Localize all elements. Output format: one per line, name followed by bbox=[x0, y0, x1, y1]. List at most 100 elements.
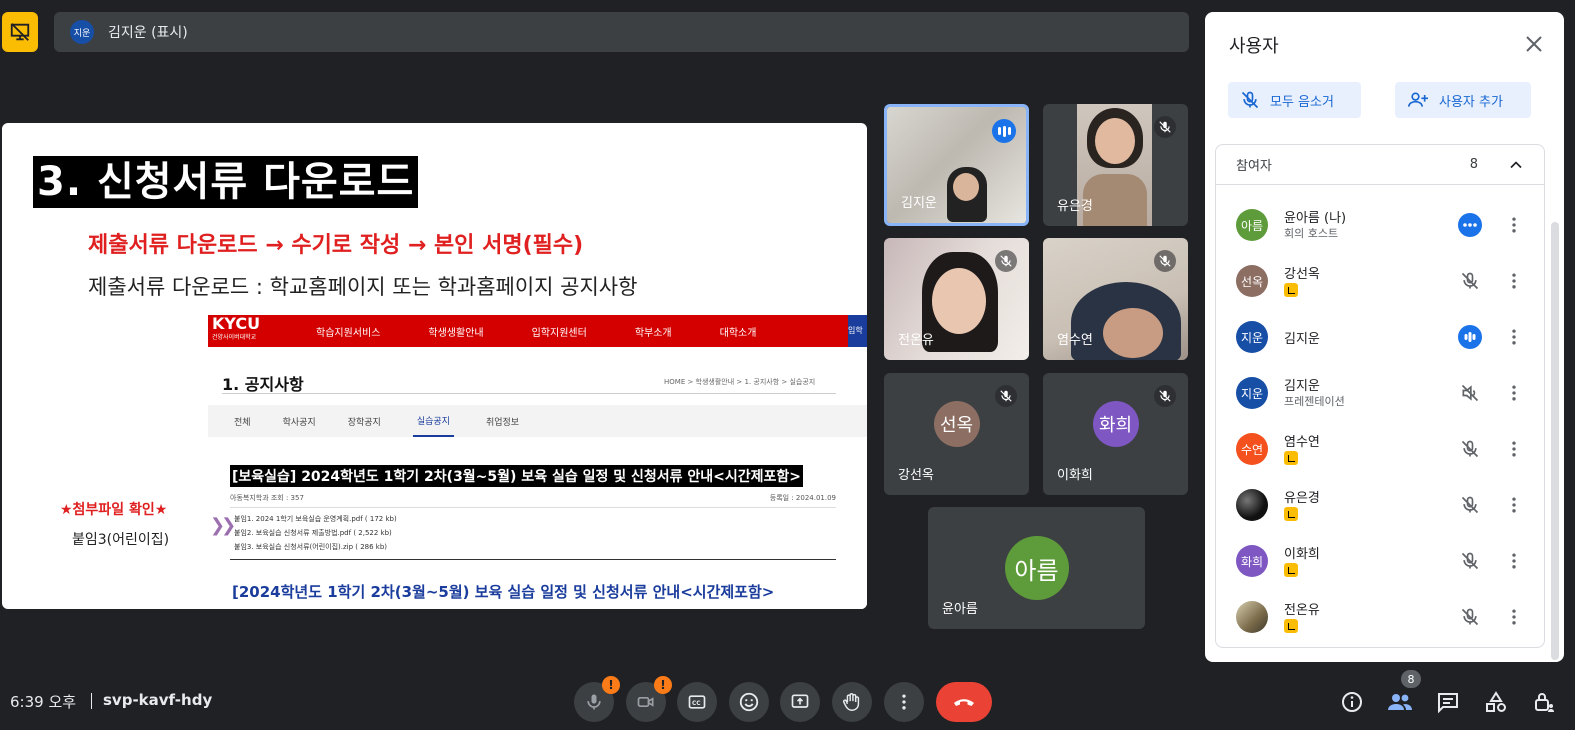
present-screen-button[interactable] bbox=[780, 682, 820, 722]
captions-button[interactable]: CC bbox=[677, 682, 717, 722]
raise-hand-button[interactable] bbox=[832, 682, 872, 722]
slide-heading: 3. 신청서류 다운로드 bbox=[33, 156, 419, 208]
avatar: 수연 bbox=[1236, 433, 1268, 465]
participant-row[interactable]: 화희 이화희 bbox=[1216, 533, 1546, 589]
mute-all-label: 모두 음소거 bbox=[1270, 94, 1334, 110]
close-button[interactable] bbox=[1522, 32, 1546, 56]
site-tab-active: 실습공지 bbox=[412, 406, 454, 437]
site-nav-item: 대학소개 bbox=[719, 327, 757, 339]
participant-row[interactable]: 아름 윤아름 (나) 회의 호스트 bbox=[1216, 197, 1546, 253]
people-button[interactable] bbox=[1386, 688, 1414, 716]
mute-all-button[interactable]: 모두 음소거 bbox=[1228, 82, 1361, 118]
mic-off-icon[interactable] bbox=[1458, 549, 1482, 573]
attach-note: ★첨부파일 확인★ bbox=[60, 502, 168, 518]
more-options-button[interactable] bbox=[1502, 437, 1526, 461]
participant-role: 회의 호스트 bbox=[1284, 227, 1339, 240]
shapes-icon bbox=[1486, 691, 1506, 712]
more-options-button[interactable] bbox=[1502, 605, 1526, 629]
avatar: 지운 bbox=[1236, 377, 1268, 409]
mic-off-icon bbox=[1154, 116, 1176, 138]
more-options-button[interactable] bbox=[1502, 325, 1526, 349]
mic-off-icon[interactable] bbox=[1458, 269, 1482, 293]
more-activity-icon[interactable] bbox=[1458, 213, 1482, 237]
attachment-item: 붙임2. 보육실습 신청서류 제출방법.pdf ( 2,522 kb) bbox=[234, 529, 392, 537]
site-tab: 장학공지 bbox=[347, 417, 381, 428]
video-tile[interactable]: 김지운 bbox=[884, 104, 1029, 226]
divider bbox=[222, 393, 836, 394]
attachment-list: 붙임1. 2024 1학기 보육실습 운영계획.pdf ( 172 kb) 붙임… bbox=[230, 507, 836, 556]
emoji-icon bbox=[739, 692, 759, 712]
more-vert-icon bbox=[1512, 385, 1516, 401]
activities-button[interactable] bbox=[1482, 688, 1510, 716]
svg-text:CC: CC bbox=[692, 701, 701, 707]
video-tile-self[interactable]: 아름 윤아름 bbox=[928, 507, 1145, 629]
more-options-button[interactable] bbox=[1502, 549, 1526, 573]
more-options-button[interactable] bbox=[1502, 269, 1526, 293]
more-options-button[interactable] bbox=[1502, 381, 1526, 405]
mic-off-icon bbox=[995, 250, 1017, 272]
call-end-icon bbox=[954, 699, 974, 706]
mic-off-icon[interactable] bbox=[1458, 493, 1482, 517]
add-user-button[interactable]: 사용자 추가 bbox=[1395, 82, 1531, 118]
avatar bbox=[1236, 601, 1268, 633]
video-tile[interactable]: 유은경 bbox=[1043, 104, 1188, 226]
mic-off-icon[interactable] bbox=[1458, 605, 1482, 629]
participant-row[interactable]: 유은경 bbox=[1216, 477, 1546, 533]
emoji-reaction-button[interactable] bbox=[729, 682, 769, 722]
presentation-badge-icon bbox=[1284, 451, 1298, 465]
presentation-badge-icon bbox=[1284, 563, 1298, 577]
video-tile[interactable]: 선옥 강선옥 bbox=[884, 373, 1029, 495]
warning-badge: ! bbox=[602, 676, 620, 694]
slide-sub-line: 제출서류 다운로드 : 학교홈페이지 또는 학과홈페이지 공지사항 bbox=[88, 275, 638, 299]
meeting-code: svp-kavf-hdy bbox=[103, 691, 213, 709]
video-tile[interactable]: 염수연 bbox=[1043, 238, 1188, 360]
participant-row[interactable]: 지운 김지운 bbox=[1216, 309, 1546, 365]
mic-off-icon[interactable] bbox=[1458, 437, 1482, 461]
site-nav-item: 학부소개 bbox=[634, 327, 672, 339]
volume-off-icon[interactable] bbox=[1458, 381, 1482, 405]
participants-header[interactable]: 참여자 8 bbox=[1216, 145, 1544, 185]
camera-button[interactable]: ! bbox=[626, 676, 672, 722]
more-vert-icon bbox=[1512, 217, 1516, 233]
meeting-info-button[interactable] bbox=[1338, 688, 1366, 716]
more-options-button[interactable] bbox=[1502, 213, 1526, 237]
participant-row[interactable]: 수연 염수연 bbox=[1216, 421, 1546, 477]
video-tile[interactable]: 화희 이화희 bbox=[1043, 373, 1188, 495]
presenter-label: 김지운 (표시) bbox=[108, 25, 188, 41]
microphone-button[interactable]: ! bbox=[574, 676, 620, 722]
present-to-all-icon bbox=[791, 694, 809, 708]
presentation-badge-icon bbox=[1284, 283, 1298, 297]
video-tile[interactable]: 전온유 bbox=[884, 238, 1029, 360]
section-label: 참여자 bbox=[1236, 159, 1272, 174]
panel-scrollbar[interactable] bbox=[1551, 222, 1559, 660]
avatar: 선옥 bbox=[1236, 265, 1268, 297]
participant-row[interactable]: 지운 김지운 프레젠테이션 bbox=[1216, 365, 1546, 421]
more-options-button[interactable] bbox=[884, 682, 924, 722]
chat-button[interactable] bbox=[1434, 688, 1462, 716]
tile-name: 강선옥 bbox=[898, 468, 934, 483]
site-nav-item: 학습지원서비스 bbox=[316, 327, 381, 339]
lock-person-icon bbox=[1535, 693, 1554, 712]
leave-call-button[interactable] bbox=[936, 682, 992, 722]
site-breadcrumb: HOME > 학생생활안내 > 1. 공지사항 > 실습공지 bbox=[664, 378, 816, 386]
tile-avatar: 화희 bbox=[1092, 401, 1139, 448]
speaking-indicator-icon[interactable] bbox=[1458, 325, 1482, 349]
host-controls-button[interactable] bbox=[1530, 688, 1558, 716]
participant-name: 염수연 bbox=[1284, 435, 1320, 450]
attach-name: 붙임3(어린이집) bbox=[72, 532, 170, 548]
people-icon bbox=[1388, 694, 1412, 710]
attachment-item: 붙임3. 보육실습 신청서류(어린이집).zip ( 286 kb) bbox=[234, 543, 388, 551]
participant-row[interactable]: 전온유 bbox=[1216, 589, 1546, 645]
participant-row[interactable]: 선옥 강선옥 bbox=[1216, 253, 1546, 309]
presentation-badge-icon bbox=[1284, 507, 1298, 521]
more-vert-icon bbox=[1512, 329, 1516, 345]
presentation-badge-icon bbox=[1284, 619, 1298, 633]
site-logo: KYCU 건양사이버대학교 bbox=[212, 314, 261, 342]
presenter-bar: 지운 김지운 (표시) bbox=[54, 12, 1189, 52]
more-vert-icon bbox=[1512, 553, 1516, 569]
site-page-title: 1. 공지사항 bbox=[222, 375, 304, 394]
layout-toggle-button[interactable] bbox=[2, 12, 38, 52]
more-options-button[interactable] bbox=[1502, 493, 1526, 517]
site-nav: 학습지원서비스 학생생활안내 입학지원센터 학부소개 대학소개 bbox=[316, 324, 804, 339]
participant-name: 전온유 bbox=[1284, 603, 1320, 618]
